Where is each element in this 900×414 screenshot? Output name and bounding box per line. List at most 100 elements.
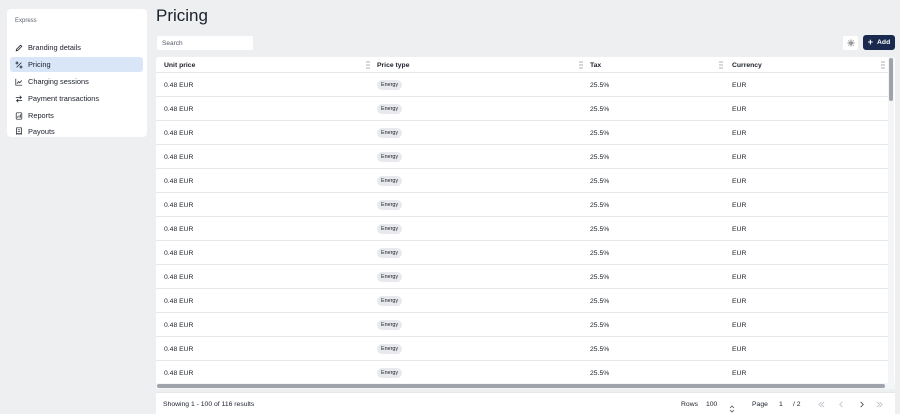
search-input[interactable] xyxy=(157,36,253,50)
price-type-badge: Energy xyxy=(377,128,403,138)
table-row[interactable]: 0.48 EUR Energy 25.5% EUR xyxy=(156,289,888,313)
add-button-label: Add xyxy=(877,39,891,46)
cell-unit-price-text: 0.48 EUR xyxy=(164,225,194,233)
cell-price-type: Energy xyxy=(377,289,403,313)
cell-price-type: Energy xyxy=(377,361,403,385)
cell-currency-text: EUR xyxy=(732,345,747,353)
cell-tax: 25.5% xyxy=(590,337,609,361)
cell-unit-price: 0.48 EUR xyxy=(164,289,193,313)
column-header-label: Unit price xyxy=(164,61,196,69)
next-page-icon[interactable] xyxy=(856,399,866,409)
last-page-icon[interactable] xyxy=(874,399,884,409)
cell-tax-text: 25.5% xyxy=(590,345,610,353)
cell-unit-price-text: 0.48 EUR xyxy=(164,249,194,257)
table-row[interactable]: 0.48 EUR Energy 25.5% EUR xyxy=(156,313,888,337)
column-header-currency[interactable]: Currency xyxy=(732,57,885,73)
cell-currency-text: EUR xyxy=(732,321,747,329)
column-header-tax[interactable]: Tax xyxy=(590,57,723,73)
first-page-icon[interactable] xyxy=(816,399,826,409)
cell-unit-price: 0.48 EUR xyxy=(164,169,193,193)
sidebar-item-reports[interactable]: Reports xyxy=(10,108,143,123)
cell-tax-text: 25.5% xyxy=(590,225,610,233)
add-button[interactable]: + Add xyxy=(863,35,895,50)
table-row[interactable]: 0.48 EUR Energy 25.5% EUR xyxy=(156,361,888,385)
table-row[interactable]: 0.48 EUR Energy 25.5% EUR xyxy=(156,169,888,193)
cell-unit-price: 0.48 EUR xyxy=(164,73,193,97)
table-row[interactable]: 0.48 EUR Energy 25.5% EUR xyxy=(156,97,888,121)
horizontal-scrollbar-thumb[interactable] xyxy=(157,384,885,388)
gear-icon xyxy=(847,39,855,47)
table-row[interactable]: 0.48 EUR Energy 25.5% EUR xyxy=(156,241,888,265)
cell-price-type: Energy xyxy=(377,313,403,337)
table-row[interactable]: 0.48 EUR Energy 25.5% EUR xyxy=(156,337,888,361)
cell-price-type: Energy xyxy=(377,193,403,217)
table-row[interactable]: 0.48 EUR Energy 25.5% EUR xyxy=(156,121,888,145)
settings-button[interactable] xyxy=(843,36,858,50)
sidebar-item-pricing[interactable]: Pricing xyxy=(10,57,143,72)
column-header-price-type[interactable]: Price type xyxy=(377,57,583,73)
sidebar-item-payouts[interactable]: Payouts xyxy=(10,125,143,137)
vertical-scrollbar-thumb[interactable] xyxy=(889,58,893,101)
cell-price-type: Energy xyxy=(377,337,403,361)
results-summary: Showing 1 - 100 of 116 results xyxy=(163,400,255,408)
table-row[interactable]: 0.48 EUR Energy 25.5% EUR xyxy=(156,217,888,241)
sidebar-item-branding-details[interactable]: Branding details xyxy=(10,40,143,55)
table-row[interactable]: 0.48 EUR Energy 25.5% EUR xyxy=(156,193,888,217)
price-type-badge: Energy xyxy=(377,152,403,162)
column-header-label: Tax xyxy=(590,61,602,69)
drag-handle-icon[interactable] xyxy=(366,61,370,69)
price-type-badge: Energy xyxy=(377,320,403,330)
percent-icon xyxy=(14,60,23,69)
cell-currency-text: EUR xyxy=(732,81,747,89)
cell-tax: 25.5% xyxy=(590,217,609,241)
sidebar-section-label: Express xyxy=(15,18,37,24)
price-type-badge: Energy xyxy=(377,248,403,258)
cell-currency: EUR xyxy=(732,361,746,385)
cell-price-type: Energy xyxy=(377,241,403,265)
cell-unit-price-text: 0.48 EUR xyxy=(164,81,194,89)
cell-unit-price-text: 0.48 EUR xyxy=(164,273,194,281)
cell-currency-text: EUR xyxy=(732,129,747,137)
column-header-unit-price[interactable]: Unit price xyxy=(164,57,370,73)
cell-unit-price-text: 0.48 EUR xyxy=(164,321,194,329)
receipt-icon xyxy=(14,127,23,136)
pencil-icon xyxy=(14,43,23,52)
table-header: Unit price Price type Tax Currency xyxy=(156,57,888,73)
rows-label: Rows xyxy=(681,400,698,408)
cell-price-type: Energy xyxy=(377,169,403,193)
cell-unit-price-text: 0.48 EUR xyxy=(164,153,194,161)
cell-unit-price-text: 0.48 EUR xyxy=(164,369,194,377)
cell-unit-price-text: 0.48 EUR xyxy=(164,201,194,209)
cell-unit-price-text: 0.48 EUR xyxy=(164,129,194,137)
column-header-label: Price type xyxy=(377,61,410,69)
page-total: / 2 xyxy=(793,400,801,408)
vertical-scrollbar[interactable] xyxy=(888,57,894,388)
drag-handle-icon[interactable] xyxy=(881,61,885,69)
drag-handle-icon[interactable] xyxy=(579,61,583,69)
cell-currency-text: EUR xyxy=(732,177,747,185)
table-footer: Showing 1 - 100 of 116 results Rows 100 … xyxy=(156,392,895,414)
sidebar-item-payment-transactions[interactable]: Payment transactions xyxy=(10,91,143,106)
cell-currency: EUR xyxy=(732,145,746,169)
price-type-badge: Energy xyxy=(377,176,403,186)
cell-tax-text: 25.5% xyxy=(590,249,610,257)
up-down-chevron-icon[interactable] xyxy=(729,400,735,413)
cell-price-type: Energy xyxy=(377,265,403,289)
cell-currency-text: EUR xyxy=(732,225,747,233)
sidebar-item-charging-sessions[interactable]: Charging sessions xyxy=(10,74,143,89)
previous-page-icon[interactable] xyxy=(836,399,846,409)
rows-per-page-select[interactable]: 100 xyxy=(706,393,717,414)
sidebar-item-label: Reports xyxy=(28,111,54,120)
page-label: Page xyxy=(752,400,768,408)
cell-tax: 25.5% xyxy=(590,193,609,217)
table-row[interactable]: 0.48 EUR Energy 25.5% EUR xyxy=(156,73,888,97)
cell-tax-text: 25.5% xyxy=(590,81,610,89)
drag-handle-icon[interactable] xyxy=(719,61,723,69)
cell-currency-text: EUR xyxy=(732,105,747,113)
cell-tax-text: 25.5% xyxy=(590,177,610,185)
price-type-badge: Energy xyxy=(377,368,403,378)
page-number-input[interactable]: 1 xyxy=(779,393,783,414)
cell-unit-price: 0.48 EUR xyxy=(164,313,193,337)
table-row[interactable]: 0.48 EUR Energy 25.5% EUR xyxy=(156,265,888,289)
table-row[interactable]: 0.48 EUR Energy 25.5% EUR xyxy=(156,145,888,169)
